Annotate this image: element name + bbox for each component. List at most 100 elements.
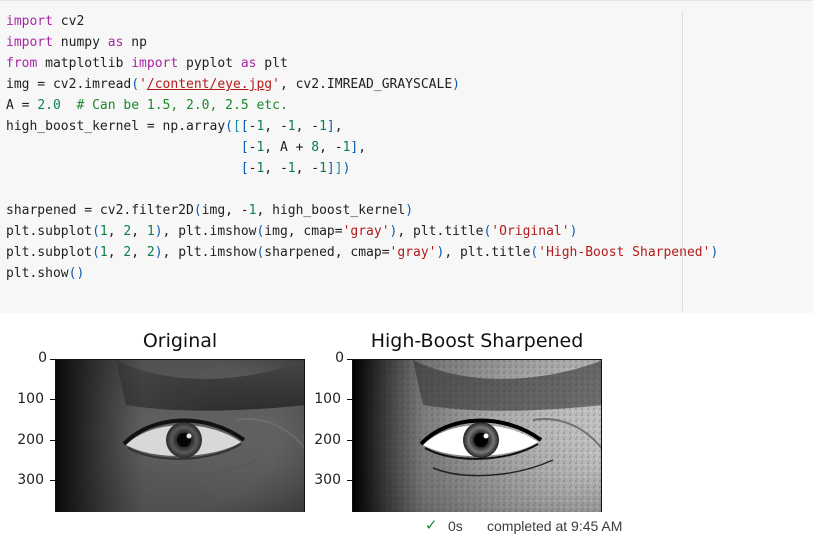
- code-token: import: [6, 14, 53, 29]
- code-token: (: [225, 119, 233, 134]
- code-token: ,: [107, 245, 124, 260]
- code-line: [-1, -1, -1]]): [6, 158, 681, 179]
- code-token: 'gray': [342, 224, 390, 239]
- code-token: , plt.title: [444, 245, 531, 260]
- code-token: plt: [256, 56, 288, 71]
- code-token: , plt.imshow: [162, 245, 257, 260]
- y-tick-label: 100: [314, 391, 341, 407]
- code-token: [: [240, 161, 249, 176]
- code-token: (: [131, 77, 140, 92]
- code-token: img = cv2.imread: [6, 77, 132, 92]
- code-token: 1: [146, 224, 155, 239]
- subplot-axes-sharpened: [352, 359, 602, 513]
- y-tick-label: 0: [335, 350, 344, 366]
- code-token: 'Original': [491, 224, 570, 239]
- y-tick-label: 200: [17, 432, 44, 448]
- code-token: , high_boost_kernel: [256, 203, 406, 218]
- code-line: plt.show(): [6, 263, 681, 284]
- code-token: img, -: [201, 203, 249, 218]
- tick-mark: [50, 480, 55, 481]
- code-token: 1: [319, 119, 327, 134]
- tick-mark: [347, 359, 352, 360]
- code-token: ): [405, 203, 414, 218]
- code-cell[interactable]: import cv2 import numpy as np from matplot…: [0, 0, 813, 313]
- subplot-axes-original: [55, 359, 305, 513]
- code-line: high_boost_kernel = np.array([[-1, -1, -…: [6, 116, 681, 137]
- code-line: from matplotlib import pyplot as plt: [6, 53, 681, 74]
- code-token: matplotlib: [37, 56, 132, 71]
- code-token: cv2: [52, 14, 85, 29]
- code-token: A =: [6, 98, 38, 113]
- output-area: Original 0 100 200 300 High-Boost Sharpe…: [0, 313, 813, 532]
- code-token: 1: [319, 161, 327, 176]
- subplot-title-sharpened: High-Boost Sharpened: [370, 330, 584, 352]
- code-token: numpy: [52, 35, 108, 50]
- editor-ruler: [682, 11, 683, 311]
- code-token: plt.subplot: [6, 224, 93, 239]
- check-icon: ✓: [425, 516, 438, 534]
- code-token: , cv2.IMREAD_GRAYSCALE: [279, 77, 453, 92]
- code-token: ,: [358, 140, 367, 155]
- code-token: (: [193, 203, 202, 218]
- code-token: 1: [287, 161, 296, 176]
- code-token: # Can be 1.5, 2.0, 2.5 etc.: [76, 98, 288, 113]
- code-line: img = cv2.imread('/content/eye.jpg', cv2…: [6, 74, 681, 95]
- code-token: , A +: [264, 140, 312, 155]
- code-token: plt.show: [6, 266, 69, 281]
- y-tick-label: 100: [17, 391, 44, 407]
- figure: Original 0 100 200 300 High-Boost Sharpe…: [0, 313, 813, 513]
- code-line: import cv2: [6, 11, 681, 32]
- y-tick-label: 300: [314, 472, 341, 488]
- code-token: , -: [264, 119, 288, 134]
- code-token: ]: [334, 161, 343, 176]
- y-tick-label: 0: [38, 350, 47, 366]
- code-token: ': [139, 77, 147, 92]
- code-token: ]: [326, 119, 335, 134]
- code-editor[interactable]: import cv2 import numpy as np from matplot…: [6, 11, 718, 284]
- tick-mark: [347, 440, 352, 441]
- code-token: import: [6, 35, 53, 50]
- code-token: (): [68, 266, 85, 281]
- code-token: 'High-Boost Sharpened': [538, 245, 711, 260]
- code-line: plt.subplot(1, 2, 2), plt.imshow(sharpen…: [6, 242, 718, 263]
- code-token: ,: [334, 119, 343, 134]
- code-token: ,: [131, 224, 147, 239]
- code-token: plt.subplot: [6, 245, 93, 260]
- code-token: from: [6, 56, 38, 71]
- code-token: , -: [264, 161, 288, 176]
- code-token: , -: [295, 161, 320, 176]
- code-token: 1: [287, 119, 296, 134]
- code-token: /content/eye.jpg: [146, 77, 273, 92]
- code-token: ): [452, 77, 460, 92]
- tick-mark: [50, 440, 55, 441]
- code-token: 2: [146, 245, 155, 260]
- tick-mark: [50, 359, 55, 360]
- code-token: 8: [311, 140, 320, 155]
- code-token: , -: [319, 140, 343, 155]
- sharpened-image: [353, 360, 601, 513]
- code-token: , plt.imshow: [162, 224, 257, 239]
- code-token: pyplot: [178, 56, 241, 71]
- y-tick-label: 300: [17, 472, 44, 488]
- code-token: sharpened = cv2.filter2D: [6, 203, 194, 218]
- code-token: (: [92, 245, 100, 260]
- code-token: 1: [99, 245, 108, 260]
- code-token: , plt.title: [397, 224, 484, 239]
- code-token: 'gray': [389, 245, 437, 260]
- code-token: ': [272, 77, 280, 92]
- code-token: ): [342, 161, 351, 176]
- code-line: sharpened = cv2.filter2D(img, -1, high_b…: [6, 200, 681, 221]
- code-token: [: [240, 140, 249, 155]
- code-token: [: [232, 119, 241, 134]
- code-token: as: [107, 35, 124, 50]
- code-token: (: [92, 224, 100, 239]
- code-line: plt.subplot(1, 2, 1), plt.imshow(img, cm…: [6, 221, 681, 242]
- code-token: 2.0: [37, 98, 61, 113]
- code-token: as: [240, 56, 257, 71]
- code-line: [-1, A + 8, -1],: [6, 137, 681, 158]
- code-token: import: [131, 56, 179, 71]
